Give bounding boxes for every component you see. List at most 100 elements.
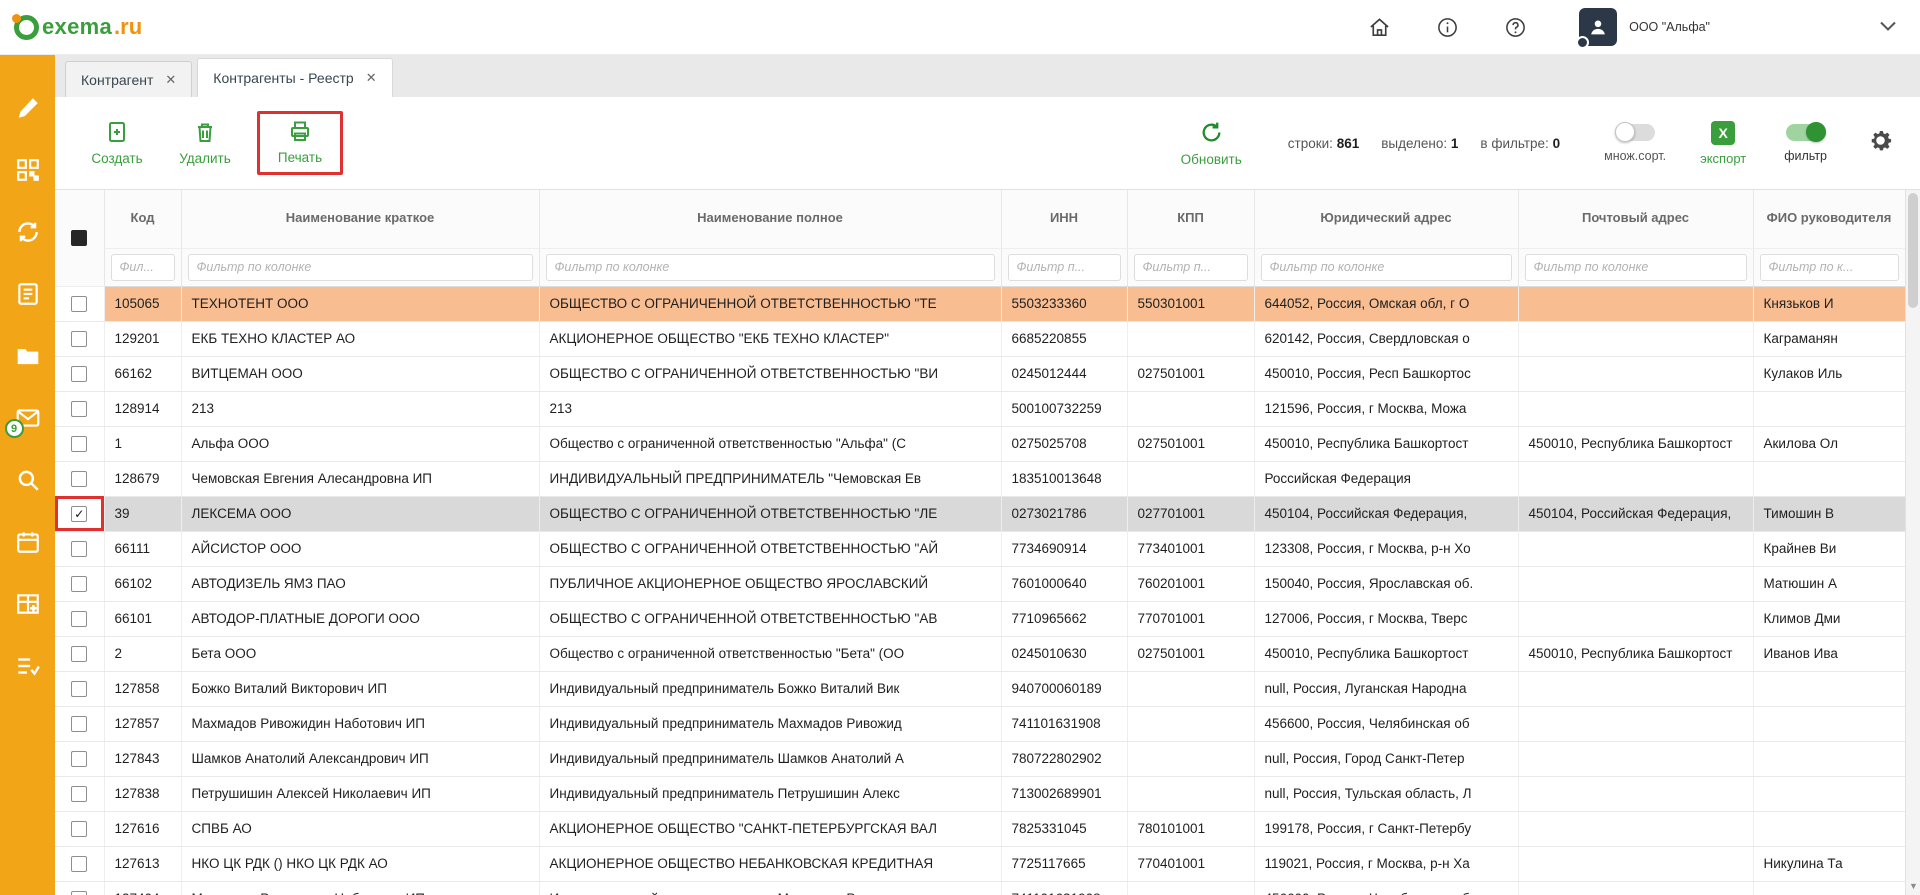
row-checkbox-cell[interactable] bbox=[55, 846, 104, 881]
row-checkbox[interactable] bbox=[71, 891, 87, 895]
row-checkbox-cell[interactable] bbox=[55, 391, 104, 426]
print-button[interactable]: Печать bbox=[270, 119, 330, 165]
avatar[interactable] bbox=[1579, 8, 1617, 46]
scrollbar-thumb[interactable] bbox=[1908, 193, 1918, 308]
tasks-checklist-icon[interactable] bbox=[15, 653, 41, 679]
table-row[interactable]: 66102АВТОДИЗЕЛЬ ЯМЗ ПАОПУБЛИЧНОЕ АКЦИОНЕ… bbox=[55, 566, 1905, 601]
help-icon[interactable] bbox=[1503, 15, 1527, 39]
filter-input[interactable] bbox=[546, 254, 995, 281]
table-row[interactable]: 66111АЙСИСТОР ООООБЩЕСТВО С ОГРАНИЧЕННОЙ… bbox=[55, 531, 1905, 566]
row-checkbox-cell[interactable] bbox=[55, 741, 104, 776]
info-icon[interactable] bbox=[1435, 15, 1459, 39]
filter-input[interactable] bbox=[1525, 254, 1747, 281]
close-icon[interactable]: ✕ bbox=[366, 70, 377, 86]
row-checkbox[interactable] bbox=[71, 786, 87, 802]
table-row[interactable]: 66162ВИТЦЕМАН ООООБЩЕСТВО С ОГРАНИЧЕННОЙ… bbox=[55, 356, 1905, 391]
table-row[interactable]: 39ЛЕКСЕМА ООООБЩЕСТВО С ОГРАНИЧЕННОЙ ОТВ… bbox=[55, 496, 1905, 531]
table-row[interactable]: 127858Божко Виталий Викторович ИПИндивид… bbox=[55, 671, 1905, 706]
user-menu[interactable]: ООО "Альфа" bbox=[1579, 8, 1710, 46]
table-row[interactable]: 127404Махмадов Ривожидин Наботович ИПИнд… bbox=[55, 881, 1905, 895]
column-header[interactable]: Наименование краткое bbox=[181, 190, 539, 248]
row-checkbox[interactable] bbox=[71, 436, 87, 452]
scroll-down-arrow-icon[interactable]: ▼ bbox=[1906, 878, 1920, 893]
table-edit-icon[interactable] bbox=[15, 591, 41, 617]
row-checkbox[interactable] bbox=[71, 471, 87, 487]
table-row[interactable]: 66101АВТОДОР-ПЛАТНЫЕ ДОРОГИ ООООБЩЕСТВО … bbox=[55, 601, 1905, 636]
table-row[interactable]: 127843Шамков Анатолий Александрович ИПИн… bbox=[55, 741, 1905, 776]
row-checkbox[interactable] bbox=[71, 856, 87, 872]
row-checkbox[interactable] bbox=[71, 331, 87, 347]
vertical-scrollbar[interactable]: ▼ bbox=[1905, 190, 1920, 895]
row-checkbox-cell-annotated[interactable] bbox=[55, 496, 104, 531]
row-checkbox-cell[interactable] bbox=[55, 566, 104, 601]
column-header[interactable]: ИНН bbox=[1001, 190, 1127, 248]
row-checkbox-cell[interactable] bbox=[55, 636, 104, 671]
filter-switch[interactable] bbox=[1786, 124, 1826, 141]
filter-input[interactable] bbox=[1008, 254, 1121, 281]
row-checkbox[interactable] bbox=[71, 646, 87, 662]
filter-input[interactable] bbox=[188, 254, 533, 281]
filter-toggle[interactable]: фильтр bbox=[1784, 124, 1827, 163]
row-checkbox[interactable] bbox=[71, 401, 87, 417]
row-checkbox-cell[interactable] bbox=[55, 601, 104, 636]
column-header[interactable]: КПП bbox=[1127, 190, 1254, 248]
row-checkbox-cell[interactable] bbox=[55, 671, 104, 706]
filter-input[interactable] bbox=[1134, 254, 1248, 281]
table-row[interactable]: 128914213213500100732259121596, Россия, … bbox=[55, 391, 1905, 426]
filter-input[interactable] bbox=[1261, 254, 1512, 281]
chevron-down-icon[interactable] bbox=[1880, 18, 1896, 36]
row-checkbox[interactable] bbox=[71, 366, 87, 382]
filter-input[interactable] bbox=[1760, 254, 1899, 281]
row-checkbox-cell[interactable] bbox=[55, 321, 104, 356]
export-button[interactable]: X экспорт bbox=[1700, 121, 1746, 166]
table-row[interactable]: 127616СПВБ АОАКЦИОНЕРНОЕ ОБЩЕСТВО "САНКТ… bbox=[55, 811, 1905, 846]
row-checkbox-cell[interactable] bbox=[55, 461, 104, 496]
row-checkbox-cell[interactable] bbox=[55, 776, 104, 811]
close-icon[interactable]: ✕ bbox=[165, 72, 176, 88]
create-button[interactable]: Создать bbox=[87, 120, 147, 166]
row-checkbox[interactable] bbox=[71, 576, 87, 592]
table-row[interactable]: 127613НКО ЦК РДК () НКО ЦК РДК АОАКЦИОНЕ… bbox=[55, 846, 1905, 881]
row-checkbox-cell[interactable] bbox=[55, 426, 104, 461]
row-checkbox-cell[interactable] bbox=[55, 531, 104, 566]
row-checkbox[interactable] bbox=[71, 541, 87, 557]
column-header[interactable]: ФИО руководителя bbox=[1753, 190, 1905, 248]
folder-icon[interactable] bbox=[15, 343, 41, 369]
registry-print-icon[interactable] bbox=[15, 281, 41, 307]
row-checkbox-cell[interactable] bbox=[55, 881, 104, 895]
table-row[interactable]: 129201ЕКБ ТЕХНО КЛАСТЕР АОАКЦИОНЕРНОЕ ОБ… bbox=[55, 321, 1905, 356]
refresh-button[interactable]: Обновить bbox=[1181, 120, 1242, 167]
select-all-checkbox[interactable] bbox=[71, 230, 87, 246]
column-header[interactable]: Код bbox=[104, 190, 181, 248]
row-checkbox[interactable] bbox=[71, 751, 87, 767]
table-row[interactable]: 105065ТЕХНОТЕНТ ООООБЩЕСТВО С ОГРАНИЧЕНН… bbox=[55, 286, 1905, 321]
column-header[interactable]: Наименование полное bbox=[539, 190, 1001, 248]
select-all-cell[interactable] bbox=[55, 190, 104, 286]
row-checkbox-cell[interactable] bbox=[55, 811, 104, 846]
tab-kontragenty-reestr[interactable]: Контрагенты - Реестр ✕ bbox=[197, 58, 392, 97]
row-checkbox[interactable] bbox=[71, 296, 87, 312]
row-checkbox[interactable] bbox=[71, 821, 87, 837]
table-row[interactable]: 128679Чемовская Евгения Алесандровна ИПИ… bbox=[55, 461, 1905, 496]
row-checkbox[interactable] bbox=[71, 681, 87, 697]
sync-icon[interactable] bbox=[15, 219, 41, 245]
multisort-switch[interactable] bbox=[1615, 124, 1655, 141]
logo[interactable]: exema.ru bbox=[14, 14, 142, 40]
column-header[interactable]: Юридический адрес bbox=[1254, 190, 1518, 248]
search-icon[interactable] bbox=[15, 467, 41, 493]
row-checkbox-cell[interactable] bbox=[55, 286, 104, 321]
tab-kontragent[interactable]: Контрагент ✕ bbox=[65, 61, 192, 97]
multisort-toggle[interactable]: множ.сорт. bbox=[1604, 124, 1666, 163]
calendar-icon[interactable] bbox=[15, 529, 41, 555]
row-checkbox[interactable] bbox=[71, 506, 87, 522]
row-checkbox-cell[interactable] bbox=[55, 706, 104, 741]
row-checkbox[interactable] bbox=[71, 716, 87, 732]
column-header[interactable]: Почтовый адрес bbox=[1518, 190, 1753, 248]
table-row[interactable]: 2Бета ООООбщество с ограниченной ответст… bbox=[55, 636, 1905, 671]
home-icon[interactable] bbox=[1367, 15, 1391, 39]
row-checkbox[interactable] bbox=[71, 611, 87, 627]
row-checkbox-cell[interactable] bbox=[55, 356, 104, 391]
qr-menu-icon[interactable] bbox=[15, 157, 41, 183]
settings-gear-icon[interactable] bbox=[1867, 127, 1894, 159]
table-row[interactable]: 1Альфа ООООбщество с ограниченной ответс… bbox=[55, 426, 1905, 461]
